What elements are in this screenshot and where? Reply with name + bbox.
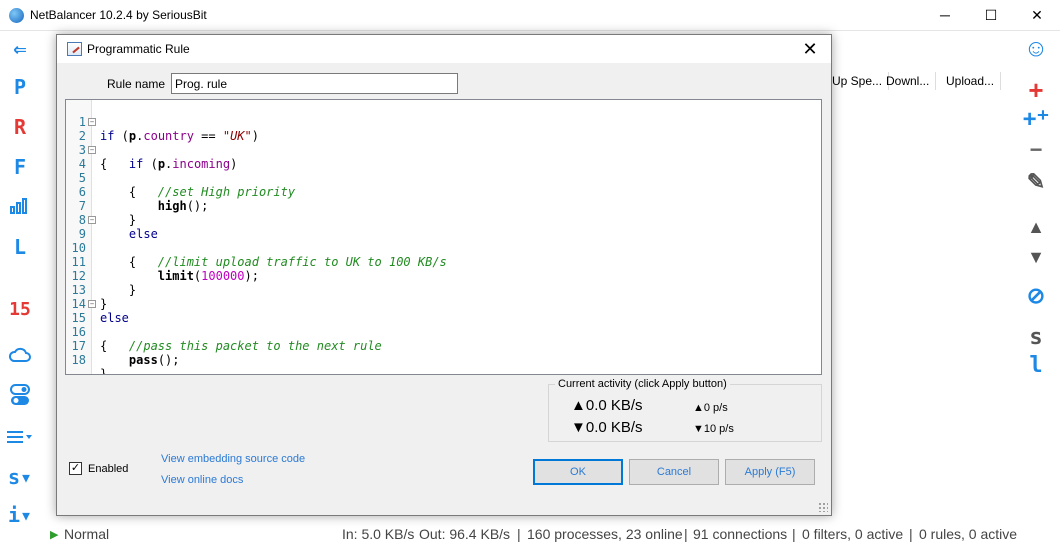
enabled-checkbox[interactable]: ✓ <box>69 462 82 475</box>
status-rules: 0 rules, 0 active <box>919 526 1018 542</box>
in-packets: ▲0 p/s <box>693 402 728 414</box>
code-line: 3 if (p.incoming) <box>66 129 821 171</box>
out-packets: ▼10 p/s <box>693 423 734 435</box>
fold-collapse-icon[interactable]: − <box>88 146 96 154</box>
fold-collapse-icon[interactable]: − <box>88 300 96 308</box>
info-icon[interactable]: i▾ <box>0 503 40 527</box>
column-header-download[interactable]: Downl... <box>880 72 937 90</box>
cloud-icon[interactable] <box>0 345 40 369</box>
programmatic-rule-dialog: Programmatic Rule ✕ Rule name 1 if (p.co… <box>56 34 832 516</box>
rule-edit-icon <box>67 42 82 56</box>
code-line: 10 //limit upload traffic to UK to 100 K… <box>66 227 821 269</box>
current-activity-group: Current activity (click Apply button) ▲0… <box>548 378 822 442</box>
code-line: 9 − { <box>66 213 821 269</box>
status-filters: 0 filters, 0 active <box>802 526 904 542</box>
l-icon[interactable]: l <box>1018 353 1054 378</box>
sidebar-item-rules[interactable]: R <box>0 115 40 139</box>
ok-button[interactable]: OK <box>533 459 623 485</box>
rule-name-input[interactable] <box>171 73 458 94</box>
maximize-button[interactable]: ☐ <box>968 0 1014 30</box>
s-icon[interactable]: s <box>1018 325 1054 350</box>
code-line: 12 } <box>66 255 821 297</box>
code-line: 8 else <box>66 199 821 241</box>
move-down-icon[interactable]: ▼ <box>1018 247 1054 268</box>
minus-icon[interactable]: − <box>1018 137 1054 163</box>
app-globe-icon <box>9 8 24 23</box>
bar-chart-icon[interactable] <box>0 195 40 220</box>
toggle-icon[interactable] <box>0 383 40 412</box>
status-processes: 160 processes, 23 online <box>527 526 683 542</box>
fold-collapse-icon[interactable]: − <box>88 118 96 126</box>
apply-button[interactable]: Apply (F5) <box>725 459 815 485</box>
title-bar: NetBalancer 10.2.4 by SeriousBit ─ ☐ ✕ <box>0 0 1060 30</box>
view-embedding-source-link[interactable]: View embedding source code <box>161 453 305 465</box>
activity-title: Current activity (click Apply button) <box>555 378 730 390</box>
add-icon[interactable]: + <box>1018 75 1054 106</box>
sidebar-item-15[interactable]: 15 <box>0 299 40 320</box>
sidebar-item-log[interactable]: L <box>0 235 40 259</box>
view-online-docs-link[interactable]: View online docs <box>161 474 243 486</box>
dialog-close-button[interactable]: ✕ <box>797 37 823 61</box>
code-line: 2 − { <box>66 115 821 171</box>
status-in: In: 5.0 KB/s <box>342 526 415 542</box>
play-icon: ▶ <box>50 529 59 541</box>
resize-grip-icon[interactable] <box>818 502 828 512</box>
fold-collapse-icon[interactable]: − <box>88 216 96 224</box>
in-rate: ▲0.0 KB/s <box>571 397 643 414</box>
code-line: 5 //set High priority <box>66 157 821 199</box>
code-line: 18 } <box>66 339 821 374</box>
enabled-label: Enabled <box>88 463 129 475</box>
code-line: 11 limit(100000); <box>66 241 821 283</box>
code-line: 16 //pass this packet to the next rule <box>66 311 821 353</box>
line-number: 18 <box>71 353 86 367</box>
code-line: 6 high(); <box>66 171 821 213</box>
sidebar-item-filters[interactable]: F <box>0 155 40 179</box>
status-mode[interactable]: Normal <box>64 526 109 542</box>
cancel-button[interactable]: Cancel <box>629 459 719 485</box>
back-icon[interactable]: ⇐ <box>0 37 40 62</box>
code-editor[interactable]: 1 if (p.country == "UK") 2 − { 3 if (p.i… <box>65 99 822 375</box>
code-line: 1 if (p.country == "UK") <box>66 101 821 143</box>
block-icon[interactable]: ⊘ <box>1018 283 1054 309</box>
right-toolbar: ☺ + +⁺ − ✎ ▲ ▼ ⊘ s l <box>1018 31 1060 526</box>
code-line: 17 pass(); <box>66 325 821 367</box>
status-out: Out: 96.4 KB/s <box>419 526 511 542</box>
pencil-icon[interactable]: ✎ <box>1018 169 1054 195</box>
left-toolbar: ⇐ P R F L 15 s▾ i▾ <box>0 31 48 527</box>
close-button[interactable]: ✕ <box>1014 0 1060 30</box>
move-up-icon[interactable]: ▲ <box>1018 217 1054 238</box>
code-line: 13 } <box>66 269 821 311</box>
minimize-button[interactable]: ─ <box>922 0 968 30</box>
sidebar-item-processes[interactable]: P <box>0 75 40 99</box>
code-line: 7 } <box>66 185 821 227</box>
status-bar: ▶ Normal In: 5.0 KB/s Out: 96.4 KB/s | 1… <box>0 526 1060 545</box>
menu-icon[interactable] <box>0 427 40 451</box>
rule-name-label: Rule name <box>107 77 166 91</box>
code-line: 4 − { <box>66 143 821 199</box>
status-connections: 91 connections <box>693 526 788 542</box>
smile-icon[interactable]: ☺ <box>1018 35 1054 63</box>
code-line: 15 − { <box>66 297 821 353</box>
dialog-title: Programmatic Rule <box>87 42 190 56</box>
add-child-icon[interactable]: +⁺ <box>1018 105 1054 134</box>
s-menu-icon[interactable]: s▾ <box>0 465 40 489</box>
code-line: 14 else <box>66 283 821 325</box>
dialog-title-bar: Programmatic Rule ✕ <box>57 35 831 63</box>
column-header-upload[interactable]: Upload... <box>940 72 1002 90</box>
out-rate: ▼0.0 KB/s <box>571 419 643 436</box>
window-title: NetBalancer 10.2.4 by SeriousBit <box>30 8 207 22</box>
